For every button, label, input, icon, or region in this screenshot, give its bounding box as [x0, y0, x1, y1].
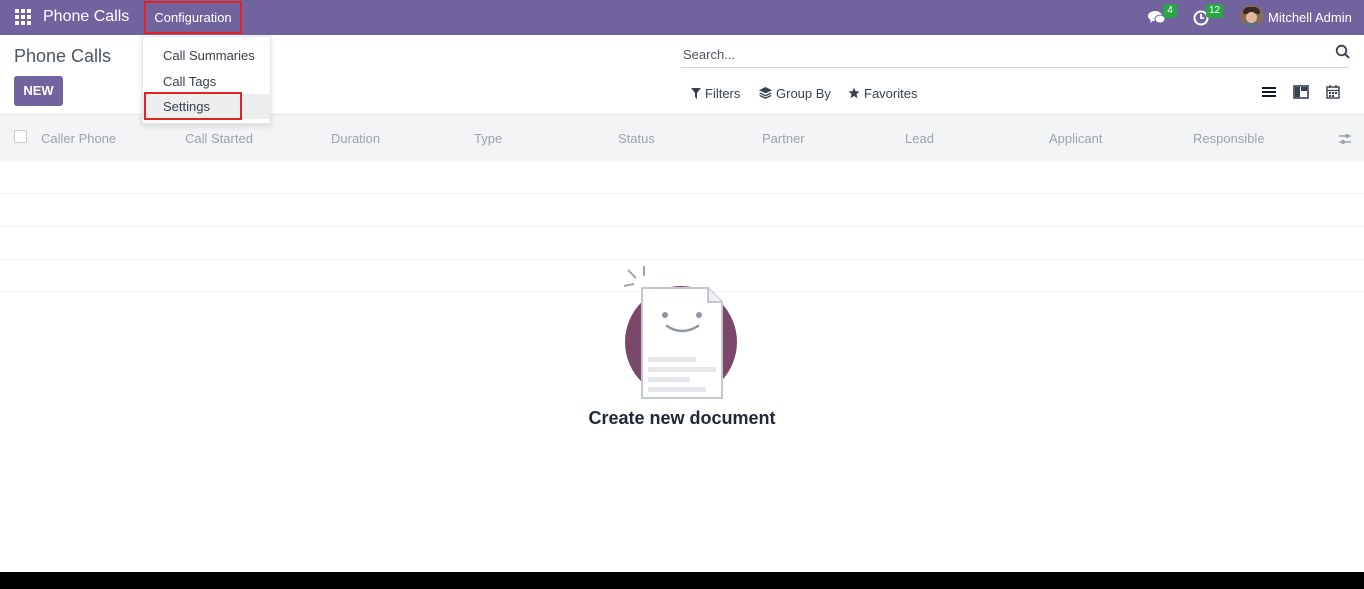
row-divider: [0, 193, 1364, 194]
activities-count-badge: 12: [1206, 4, 1224, 18]
column-type[interactable]: Type: [474, 131, 502, 146]
empty-state-helper: Create new document: [572, 262, 792, 442]
filters-button[interactable]: Filters: [691, 85, 740, 101]
column-status[interactable]: Status: [618, 131, 655, 146]
app-name[interactable]: Phone Calls: [43, 8, 129, 26]
search-bar: [681, 40, 1351, 68]
favorites-label: Favorites: [864, 85, 918, 101]
page-title: Phone Calls: [14, 46, 112, 66]
new-button[interactable]: NEW: [14, 76, 63, 106]
filter-icon: [691, 87, 701, 99]
row-divider: [0, 259, 1364, 260]
column-partner[interactable]: Partner: [762, 131, 805, 146]
optional-columns-icon[interactable]: [1338, 132, 1352, 146]
configuration-dropdown: Call Summaries Call Tags Settings: [142, 36, 271, 124]
search-icon[interactable]: [1335, 44, 1351, 60]
group-by-button[interactable]: Group By: [759, 85, 831, 101]
kanban-view-icon[interactable]: [1293, 84, 1309, 100]
top-navbar: Phone Calls Configuration 4 12 Mitchell …: [0, 0, 1364, 35]
empty-state-title: Create new document: [588, 408, 776, 428]
page: Phone Calls Configuration 4 12 Mitchell …: [0, 0, 1364, 589]
search-input[interactable]: [683, 44, 1313, 64]
filters-label: Filters: [705, 85, 741, 101]
column-responsible[interactable]: Responsible: [1193, 131, 1265, 146]
row-divider: [0, 226, 1364, 227]
layers-icon: [759, 87, 772, 99]
menu-item-call-summaries[interactable]: Call Summaries: [143, 43, 270, 68]
messages-count-badge: 4: [1163, 4, 1177, 18]
star-icon: [848, 87, 860, 99]
list-view-icon[interactable]: [1261, 84, 1277, 100]
column-call-started[interactable]: Call Started: [185, 131, 253, 146]
group-by-label: Group By: [776, 85, 831, 101]
column-caller-phone[interactable]: Caller Phone: [41, 131, 116, 146]
user-avatar[interactable]: [1240, 5, 1263, 28]
calendar-view-icon[interactable]: [1325, 84, 1341, 100]
column-duration[interactable]: Duration: [331, 131, 380, 146]
menu-configuration[interactable]: Configuration: [144, 1, 242, 34]
menu-item-settings[interactable]: Settings: [143, 94, 270, 119]
favorites-button[interactable]: Favorites: [848, 85, 917, 101]
smiling-document-icon: [623, 266, 737, 399]
column-lead[interactable]: Lead: [905, 131, 934, 146]
apps-menu-icon[interactable]: [15, 9, 31, 25]
menu-item-call-tags[interactable]: Call Tags: [143, 69, 270, 94]
bottom-bar: [0, 572, 1364, 589]
user-menu[interactable]: Mitchell Admin: [1268, 10, 1352, 25]
column-applicant[interactable]: Applicant: [1049, 131, 1102, 146]
select-all-checkbox[interactable]: [14, 130, 27, 143]
